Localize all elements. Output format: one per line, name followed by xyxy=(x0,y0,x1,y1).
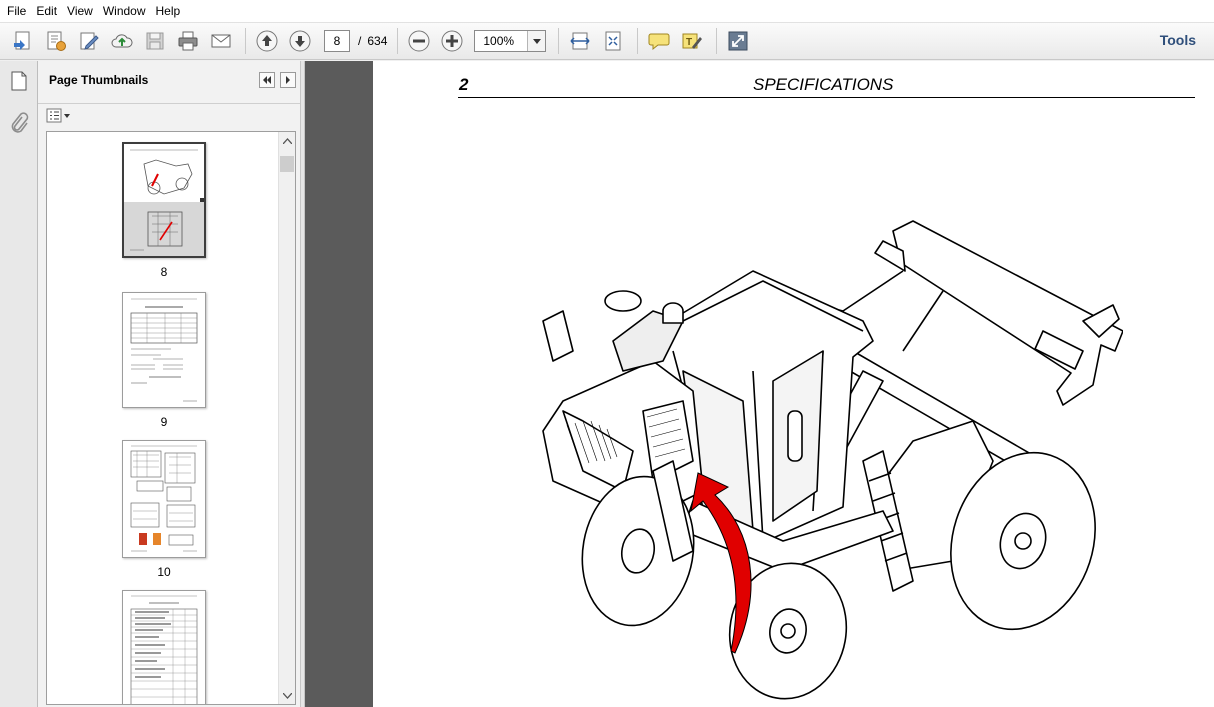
create-pdf-icon xyxy=(14,31,30,50)
menu-file[interactable]: File xyxy=(2,0,31,22)
toolbar-separator xyxy=(637,28,639,54)
pen-document-icon xyxy=(80,32,99,50)
envelope-icon xyxy=(211,34,231,48)
toolbar: 8 / 634 100% T Tools xyxy=(0,22,1214,60)
plus-circle-icon xyxy=(441,30,463,52)
toolbar-separator xyxy=(245,28,246,54)
zoom-select[interactable]: 100% xyxy=(474,30,547,52)
upload-button[interactable] xyxy=(107,26,137,56)
toolbar-separator xyxy=(558,28,560,54)
create-pdf-button[interactable] xyxy=(8,26,38,56)
cloud-upload-icon xyxy=(111,34,133,48)
full-screen-button[interactable] xyxy=(723,26,753,56)
menu-window[interactable]: Window xyxy=(98,0,151,22)
page-heading: SPECIFICATIONS xyxy=(753,75,894,94)
expand-icon xyxy=(728,31,748,51)
email-button[interactable] xyxy=(206,26,236,56)
speech-bubble-icon xyxy=(648,33,670,51)
zoom-in-button[interactable] xyxy=(437,26,467,56)
arrow-down-circle-icon xyxy=(289,30,311,52)
fit-page-button[interactable] xyxy=(598,26,628,56)
thumbnail-label: 8 xyxy=(160,265,168,279)
thumbnail-image xyxy=(130,445,197,552)
thumbnail-list[interactable]: 8 9 10 xyxy=(46,131,296,705)
scroll-up-button[interactable] xyxy=(279,132,295,149)
save-button[interactable] xyxy=(140,26,170,56)
fit-width-button[interactable] xyxy=(565,26,595,56)
zoom-out-button[interactable] xyxy=(404,26,434,56)
menu-edit[interactable]: Edit xyxy=(31,0,62,22)
menu-help[interactable]: Help xyxy=(151,0,186,22)
fit-width-icon xyxy=(570,32,590,50)
thumbnail-page-11[interactable] xyxy=(122,590,206,704)
highlight-button[interactable]: T xyxy=(677,26,707,56)
tools-button[interactable]: Tools xyxy=(1160,32,1196,48)
page-thumbnails-tab[interactable] xyxy=(8,69,30,93)
previous-page-button[interactable] xyxy=(252,26,282,56)
sign-button[interactable] xyxy=(74,26,104,56)
total-pages-label: 634 xyxy=(367,34,388,48)
toolbar-separator xyxy=(397,28,399,54)
thumbnail-page-9[interactable] xyxy=(122,292,206,408)
fit-page-icon xyxy=(605,31,621,51)
machine-illustration xyxy=(542,220,1123,700)
print-button[interactable] xyxy=(173,26,203,56)
minus-circle-icon xyxy=(408,30,430,52)
menu-bar: File Edit View Window Help xyxy=(0,0,1214,22)
navigation-pane-strip xyxy=(0,61,38,707)
paperclip-icon xyxy=(11,112,29,133)
document-viewer[interactable]: 2 SPECIFICATIONS xyxy=(305,61,1214,707)
document-page: 2 SPECIFICATIONS xyxy=(373,61,1214,707)
scroll-down-button[interactable] xyxy=(279,687,295,704)
panel-menu-button[interactable] xyxy=(280,72,296,88)
chevron-right-icon xyxy=(286,76,290,84)
svg-text:T: T xyxy=(686,37,692,48)
zoom-dropdown-button[interactable] xyxy=(527,31,546,51)
arrow-up-circle-icon xyxy=(256,30,278,52)
zoom-value: 100% xyxy=(483,34,515,48)
scrollbar-thumb[interactable] xyxy=(280,156,294,172)
double-chevron-left-icon xyxy=(263,76,271,84)
thumbnail-label: 9 xyxy=(160,415,168,429)
page-thumbnails-panel: Page Thumbnails 8 9 10 xyxy=(38,61,300,707)
options-list-icon xyxy=(46,108,70,123)
document-edit-icon xyxy=(47,31,66,51)
heading-rule xyxy=(458,97,1195,98)
panel-title: Page Thumbnails xyxy=(49,73,149,87)
thumbnail-page-8[interactable] xyxy=(122,142,206,258)
edit-document-button[interactable] xyxy=(41,26,71,56)
page-number-input[interactable]: 8 xyxy=(324,30,350,52)
pages-icon xyxy=(11,71,27,91)
comment-button[interactable] xyxy=(644,26,674,56)
thumbnail-page-10[interactable] xyxy=(122,440,206,558)
thumbnail-image xyxy=(130,595,198,704)
printer-icon xyxy=(178,31,198,51)
attachments-tab[interactable] xyxy=(8,111,30,135)
panel-divider xyxy=(38,103,300,104)
page-number-heading: 2 xyxy=(459,75,469,94)
chevron-up-icon xyxy=(282,137,292,144)
chevron-down-icon xyxy=(532,38,541,44)
page-separator: / xyxy=(358,34,362,48)
collapse-panel-button[interactable] xyxy=(259,72,275,88)
thumbnail-label: 10 xyxy=(157,565,171,579)
chevron-down-icon xyxy=(282,692,292,699)
toolbar-separator xyxy=(716,28,718,54)
thumbnail-image xyxy=(130,298,198,402)
thumbnail-options-button[interactable] xyxy=(46,107,72,125)
thumbnail-scrollbar[interactable] xyxy=(278,132,295,704)
thumbnail-image xyxy=(124,144,204,256)
highlighter-icon: T xyxy=(682,33,703,49)
menu-view[interactable]: View xyxy=(62,0,98,22)
next-page-button[interactable] xyxy=(285,26,315,56)
floppy-disk-icon xyxy=(146,32,164,50)
